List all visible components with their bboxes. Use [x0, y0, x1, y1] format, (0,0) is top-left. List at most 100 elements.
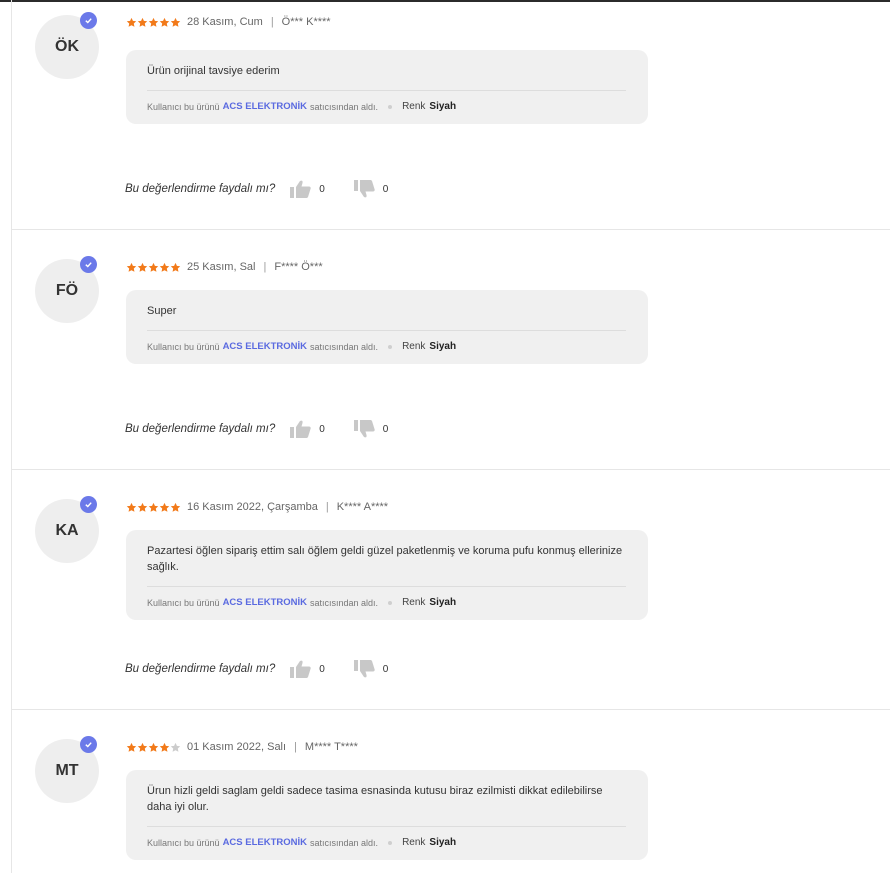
seller-prefix: Kullanıcı bu ürünü	[147, 341, 220, 352]
seller-prefix: Kullanıcı bu ürünü	[147, 837, 220, 848]
review-date: 28 Kasım, Cum	[187, 16, 263, 28]
dot-separator	[388, 344, 393, 349]
verified-badge-icon	[80, 736, 97, 753]
review-card: FÖ 25 Kasım, Sal | F**** Ö*** Super Kull…	[12, 230, 890, 470]
review-bubble: Pazartesi öğlen sipariş ettim salı öğlem…	[126, 530, 648, 620]
review-meta: 16 Kasım 2022, Çarşamba | K**** A****	[126, 501, 388, 513]
seller-link[interactable]: ACS ELEKTRONİK	[223, 597, 307, 608]
seller-prefix: Kullanıcı bu ürünü	[147, 101, 220, 112]
helpful-question: Bu değerlendirme faydalı mı?	[125, 423, 276, 435]
dislike-button[interactable]: 0	[353, 180, 389, 198]
like-count: 0	[319, 183, 325, 195]
seller-link[interactable]: ACS ELEKTRONİK	[223, 341, 307, 352]
seller-suffix: satıcısından aldı.	[310, 837, 379, 848]
review-bubble: Super Kullanıcı bu ürünü ACS ELEKTRONİK …	[126, 290, 648, 364]
star-rating	[126, 742, 181, 753]
star-filled-icon	[170, 17, 181, 27]
dot-separator	[388, 840, 393, 845]
star-empty-icon	[170, 742, 181, 752]
avatar-initials: ÖK	[55, 38, 79, 55]
star-filled-icon	[159, 742, 170, 752]
attribute-label: Renk	[402, 101, 426, 112]
bubble-divider	[147, 90, 626, 91]
star-filled-icon	[126, 742, 137, 752]
review-comment: Pazartesi öğlen sipariş ettim salı öğlem…	[147, 545, 623, 573]
review-date: 16 Kasım 2022, Çarşamba	[187, 501, 318, 513]
star-filled-icon	[159, 17, 170, 27]
meta-separator: |	[325, 501, 329, 513]
verified-badge-icon	[80, 12, 97, 29]
verified-badge-icon	[80, 496, 97, 513]
avatar-initials: FÖ	[55, 282, 79, 299]
verified-badge-icon	[80, 256, 97, 273]
like-count: 0	[319, 423, 325, 435]
thumbs-up-icon	[290, 660, 311, 678]
star-filled-icon	[126, 502, 137, 512]
review-bubble: Ürün orijinal tavsiye ederim Kullanıcı b…	[126, 50, 648, 124]
star-filled-icon	[170, 502, 181, 512]
helpful-row: Bu değerlendirme faydalı mı? 0 0	[125, 660, 388, 678]
thumbs-down-icon	[353, 180, 375, 198]
dot-separator	[388, 104, 393, 109]
review-card: MT 01 Kasım 2022, Salı | M**** T**** Üru…	[12, 710, 890, 873]
review-user: Ö*** K****	[281, 16, 331, 28]
bubble-divider	[147, 330, 626, 331]
review-user: K**** A****	[336, 501, 389, 513]
star-rating	[126, 262, 181, 273]
star-filled-icon	[148, 502, 159, 512]
attribute-value: Siyah	[429, 101, 457, 112]
review-comment: Ürün orijinal tavsiye ederim	[147, 65, 280, 77]
attribute-label: Renk	[402, 597, 426, 608]
seller-suffix: satıcısından aldı.	[310, 101, 379, 112]
star-filled-icon	[126, 262, 137, 272]
bubble-divider	[147, 586, 626, 587]
like-count: 0	[319, 663, 325, 675]
like-button[interactable]: 0	[289, 660, 325, 678]
attribute-value: Siyah	[429, 597, 457, 608]
review-comment: Ürun hizli geldi saglam geldi sadece tas…	[147, 785, 603, 813]
star-rating	[126, 17, 181, 28]
star-filled-icon	[148, 262, 159, 272]
bubble-divider	[147, 826, 626, 827]
avatar-initials: MT	[55, 762, 79, 779]
seller-link[interactable]: ACS ELEKTRONİK	[223, 837, 307, 848]
review-card: ÖK 28 Kasım, Cum | Ö*** K**** Ürün oriji…	[12, 2, 890, 230]
helpful-row: Bu değerlendirme faydalı mı? 0 0	[125, 180, 388, 198]
attribute-value: Siyah	[429, 837, 457, 848]
star-filled-icon	[137, 262, 148, 272]
star-filled-icon	[137, 742, 148, 752]
review-comment: Super	[147, 305, 177, 317]
review-meta: 25 Kasım, Sal | F**** Ö***	[126, 261, 323, 273]
dislike-count: 0	[382, 183, 389, 195]
review-meta: 28 Kasım, Cum | Ö*** K****	[126, 16, 331, 28]
seller-info: Kullanıcı bu ürünü ACS ELEKTRONİK satıcı…	[147, 341, 636, 352]
dislike-count: 0	[382, 663, 389, 675]
thumbs-down-icon	[353, 420, 375, 438]
helpful-question: Bu değerlendirme faydalı mı?	[125, 663, 276, 675]
like-button[interactable]: 0	[289, 180, 325, 198]
like-button[interactable]: 0	[289, 420, 325, 438]
review-card: KA 16 Kasım 2022, Çarşamba | K**** A****…	[12, 470, 890, 710]
seller-info: Kullanıcı bu ürünü ACS ELEKTRONİK satıcı…	[147, 101, 636, 112]
review-meta: 01 Kasım 2022, Salı | M**** T****	[126, 741, 358, 753]
meta-separator: |	[270, 16, 274, 28]
dislike-button[interactable]: 0	[353, 660, 389, 678]
star-filled-icon	[159, 502, 170, 512]
helpful-question: Bu değerlendirme faydalı mı?	[125, 183, 276, 195]
review-user: M**** T****	[304, 741, 358, 753]
seller-link[interactable]: ACS ELEKTRONİK	[223, 101, 307, 112]
star-filled-icon	[126, 17, 137, 27]
dislike-count: 0	[382, 423, 389, 435]
avatar-initials: KA	[55, 522, 79, 539]
review-date: 25 Kasım, Sal	[187, 261, 256, 273]
star-filled-icon	[148, 742, 159, 752]
star-filled-icon	[137, 502, 148, 512]
thumbs-up-icon	[290, 180, 311, 198]
star-filled-icon	[148, 17, 159, 27]
seller-suffix: satıcısından aldı.	[310, 597, 379, 608]
review-date: 01 Kasım 2022, Salı	[187, 741, 287, 753]
dislike-button[interactable]: 0	[353, 420, 389, 438]
seller-prefix: Kullanıcı bu ürünü	[147, 597, 220, 608]
dot-separator	[388, 600, 393, 605]
review-bubble: Ürun hizli geldi saglam geldi sadece tas…	[126, 770, 648, 860]
